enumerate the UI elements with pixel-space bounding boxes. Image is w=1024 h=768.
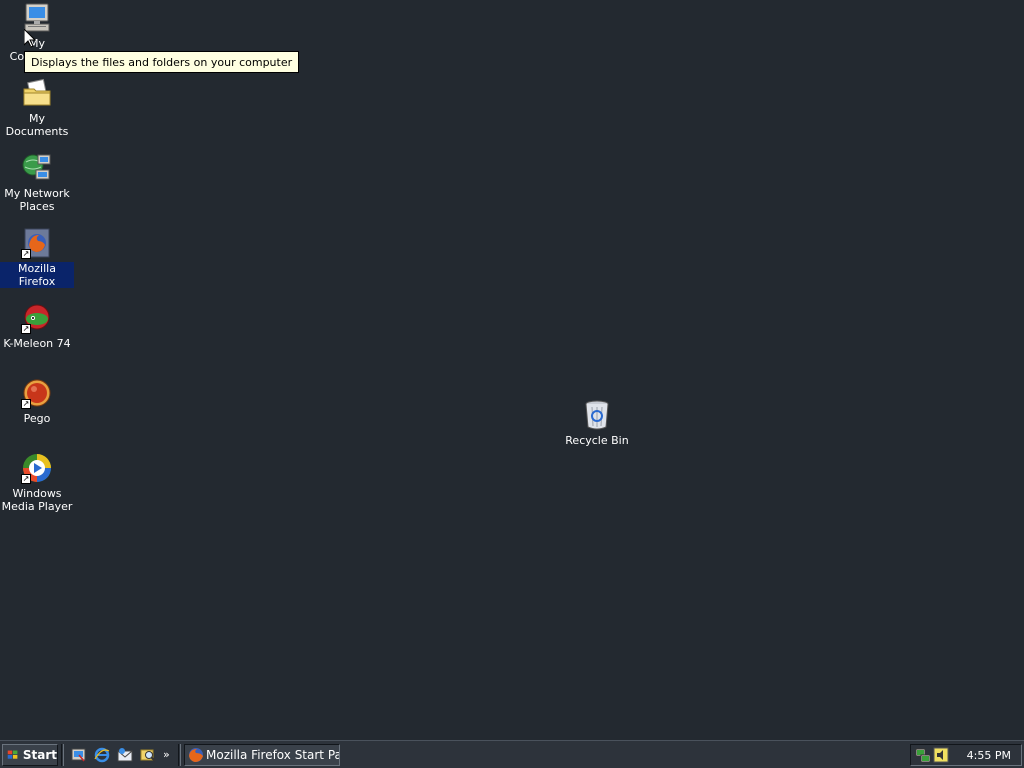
shortcut-arrow-icon: ↗	[21, 474, 31, 484]
desktop-icon-windows-media-player[interactable]: ↗ Windows Media Player	[0, 452, 74, 513]
outlook-express-icon[interactable]	[116, 746, 134, 764]
taskbar: Start » Mozilla Firefox Start P 4:55 PM	[0, 740, 1024, 768]
desktop-icon-label: K-Meleon 74	[3, 337, 71, 350]
desktop-icon-label: Windows Media Player	[1, 487, 73, 513]
firefox-icon	[189, 747, 203, 762]
desktop-icon-label: My Network Places	[4, 187, 70, 213]
desktop-icon-label: My Documents	[5, 112, 69, 138]
network-places-icon	[21, 152, 53, 184]
folder-documents-icon	[21, 77, 53, 109]
desktop-icon-k-meleon[interactable]: ↗ K-Meleon 74	[0, 302, 74, 350]
start-label: Start	[22, 747, 57, 762]
system-tray: 4:55 PM	[910, 744, 1022, 766]
firefox-icon: ↗	[21, 227, 53, 259]
desktop-icon-mozilla-firefox[interactable]: ↗ Mozilla Firefox	[0, 227, 74, 288]
desktop-icon-label: Pego	[23, 412, 51, 425]
tooltip: Displays the files and folders on your c…	[24, 51, 300, 73]
mouse-cursor-icon	[24, 29, 36, 48]
kmeleon-icon: ↗	[21, 302, 53, 334]
pego-icon: ↗	[21, 377, 53, 409]
windows-logo-icon	[7, 750, 18, 759]
taskbar-separator	[178, 743, 181, 766]
desktop-icon-my-documents[interactable]: My Documents	[0, 77, 74, 138]
media-player-icon: ↗	[21, 452, 53, 484]
desktop-icon-recycle-bin[interactable]: Recycle Bin	[560, 399, 634, 447]
desktop[interactable]: My Computer My Documents My Network Plac…	[0, 0, 1024, 740]
taskbar-separator	[61, 743, 64, 766]
search-icon[interactable]	[139, 746, 157, 764]
shortcut-arrow-icon: ↗	[21, 399, 31, 409]
show-desktop-icon[interactable]	[70, 746, 88, 764]
recycle-bin-icon	[581, 399, 613, 431]
desktop-icon-my-network-places[interactable]: My Network Places	[0, 152, 74, 213]
quick-launch-more-button[interactable]: »	[163, 748, 173, 761]
volume-tray-icon[interactable]	[933, 747, 949, 763]
task-button-label: Mozilla Firefox Start Page...	[206, 747, 339, 762]
internet-explorer-icon[interactable]	[93, 746, 111, 764]
task-button-firefox[interactable]: Mozilla Firefox Start Page...	[184, 743, 340, 766]
clock[interactable]: 4:55 PM	[967, 749, 1011, 762]
start-button[interactable]: Start	[2, 743, 58, 766]
desktop-icon-pego[interactable]: ↗ Pego	[0, 377, 74, 425]
desktop-icon-label: Mozilla Firefox	[0, 262, 74, 288]
shortcut-arrow-icon: ↗	[21, 324, 31, 334]
shortcut-arrow-icon: ↗	[21, 249, 31, 259]
desktop-icon-label: Recycle Bin	[565, 434, 629, 447]
network-tray-icon[interactable]	[915, 747, 931, 763]
